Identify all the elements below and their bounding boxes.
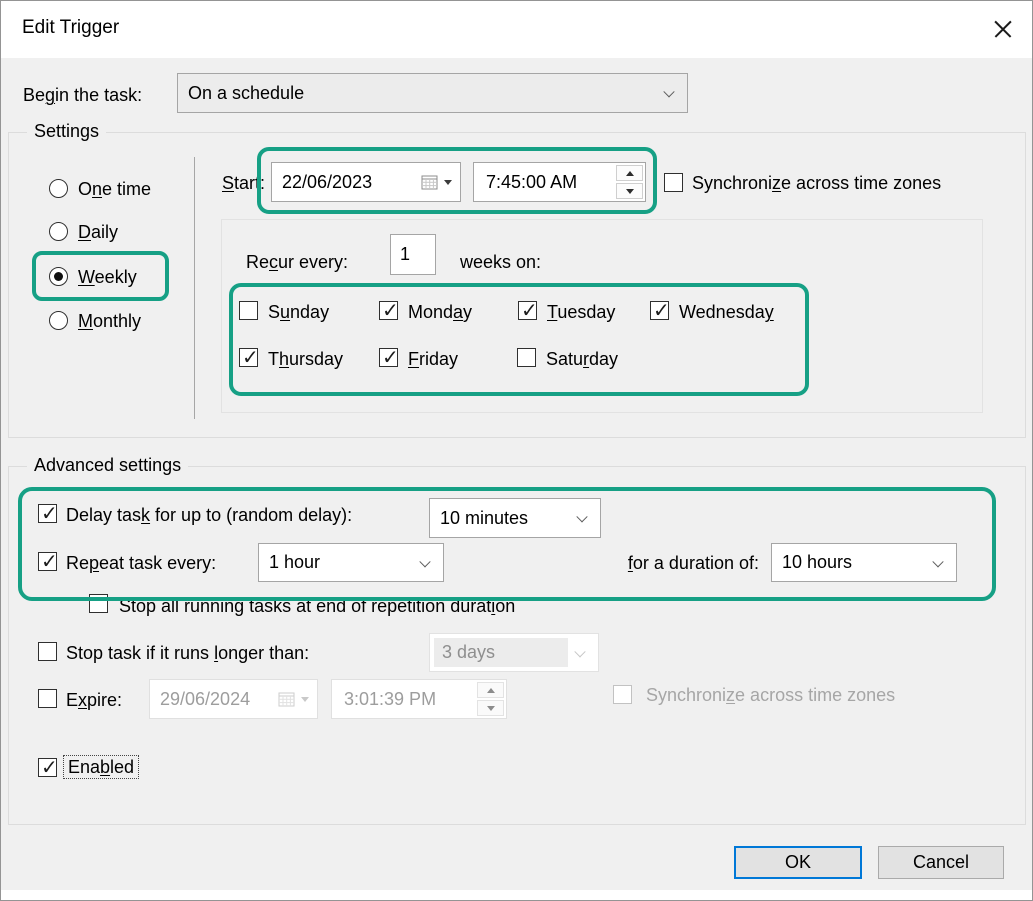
weeks-on-label: weeks on: <box>460 252 541 272</box>
radio-monthly-label[interactable]: Monthly <box>78 311 141 331</box>
title-bar: Edit Trigger <box>1 1 1032 58</box>
repeat-task-checkbox[interactable] <box>38 552 57 571</box>
radio-weekly[interactable] <box>49 267 68 286</box>
checkbox-tuesday[interactable] <box>518 301 537 320</box>
down-arrow-icon <box>626 189 634 194</box>
down-arrow-icon <box>487 706 495 711</box>
checkbox-friday[interactable] <box>379 348 398 367</box>
checkbox-monday[interactable] <box>379 301 398 320</box>
edit-trigger-dialog: Edit Trigger Begin the task: On a schedu… <box>0 0 1033 901</box>
recur-every-label: Recur every: <box>246 252 348 272</box>
checkbox-wednesday[interactable] <box>650 301 669 320</box>
begin-task-dropdown[interactable]: On a schedule <box>177 73 688 113</box>
checkbox-friday-label[interactable]: Friday <box>408 349 458 369</box>
start-time-spinner[interactable]: 7:45:00 AM <box>473 162 646 202</box>
checkbox-monday-label[interactable]: Monday <box>408 302 472 322</box>
time-down-button[interactable] <box>616 183 643 199</box>
stop-task-checkbox[interactable] <box>38 642 57 661</box>
checkbox-sunday-label[interactable]: Sunday <box>268 302 329 322</box>
checkbox-thursday-label[interactable]: Thursday <box>268 349 343 369</box>
expire-checkbox[interactable] <box>38 689 57 708</box>
cancel-button[interactable]: Cancel <box>878 846 1004 879</box>
settings-group-label: Settings <box>27 121 106 142</box>
radio-daily[interactable] <box>49 222 68 241</box>
delay-duration-value: 10 minutes <box>440 508 528 529</box>
expire-date-picker: 29/06/2024 <box>149 679 318 719</box>
calendar-dropdown-icon <box>301 697 309 702</box>
radio-one-time-label[interactable]: One time <box>78 179 151 199</box>
checkbox-sunday[interactable] <box>239 301 258 320</box>
expire-sync-label: Synchronize across time zones <box>646 685 895 705</box>
settings-divider <box>194 157 195 419</box>
expire-time-value: 3:01:39 PM <box>344 689 436 710</box>
start-date-value: 22/06/2023 <box>282 172 372 193</box>
radio-one-time[interactable] <box>49 179 68 198</box>
start-time-value: 7:45:00 AM <box>486 172 577 193</box>
calendar-icon <box>421 174 438 190</box>
stop-task-duration-value: 3 days <box>442 642 495 663</box>
expire-time-spinner: 3:01:39 PM <box>331 679 507 719</box>
close-icon[interactable] <box>986 13 1020 45</box>
up-arrow-icon <box>487 688 495 693</box>
start-label: Start: <box>222 173 265 193</box>
chevron-down-icon <box>663 86 674 97</box>
checkbox-wednesday-label[interactable]: Wednesday <box>679 302 774 322</box>
radio-weekly-label[interactable]: Weekly <box>78 267 137 287</box>
advanced-settings-label: Advanced settings <box>27 455 188 476</box>
enabled-label[interactable]: Enabled <box>63 755 139 779</box>
stop-task-duration-dropdown: 3 days <box>429 633 599 672</box>
time-up-button <box>477 682 504 698</box>
enabled-checkbox[interactable] <box>38 758 57 777</box>
recur-every-value: 1 <box>400 244 410 265</box>
radio-monthly[interactable] <box>49 311 68 330</box>
stop-all-tasks-checkbox[interactable] <box>89 594 108 613</box>
dialog-title: Edit Trigger <box>22 17 119 39</box>
time-down-button <box>477 700 504 716</box>
checkbox-thursday[interactable] <box>239 348 258 367</box>
chevron-down-icon <box>932 556 943 567</box>
calendar-dropdown-icon[interactable] <box>444 180 452 185</box>
up-arrow-icon <box>626 171 634 176</box>
sync-timezones-checkbox[interactable] <box>664 173 683 192</box>
delay-duration-dropdown[interactable]: 10 minutes <box>429 498 601 538</box>
delay-task-checkbox[interactable] <box>38 504 57 523</box>
dialog-bottom-strip <box>1 890 1032 901</box>
sync-timezones-label[interactable]: Synchronize across time zones <box>692 173 941 193</box>
repeat-task-label[interactable]: Repeat task every: <box>66 553 216 573</box>
repeat-interval-value: 1 hour <box>269 552 320 573</box>
delay-task-label[interactable]: Delay task for up to (random delay): <box>66 505 352 525</box>
chevron-down-icon <box>574 646 585 657</box>
stop-all-tasks-label[interactable]: Stop all running tasks at end of repetit… <box>119 596 515 616</box>
repeat-duration-value: 10 hours <box>782 552 852 573</box>
duration-of-label: for a duration of: <box>599 553 759 573</box>
recur-every-input[interactable]: 1 <box>390 234 436 275</box>
repeat-duration-dropdown[interactable]: 10 hours <box>771 543 957 582</box>
begin-task-label: Begin the task: <box>23 85 142 105</box>
checkbox-tuesday-label[interactable]: Tuesday <box>547 302 615 322</box>
begin-task-value: On a schedule <box>188 83 304 104</box>
chevron-down-icon <box>419 556 430 567</box>
checkbox-saturday[interactable] <box>517 348 536 367</box>
radio-daily-label[interactable]: Daily <box>78 222 118 242</box>
chevron-down-icon <box>576 511 587 522</box>
start-date-picker[interactable]: 22/06/2023 <box>271 162 461 202</box>
time-up-button[interactable] <box>616 165 643 181</box>
stop-task-label[interactable]: Stop task if it runs longer than: <box>66 643 309 663</box>
expire-sync-checkbox <box>613 685 632 704</box>
calendar-icon <box>278 691 295 707</box>
ok-button[interactable]: OK <box>734 846 862 879</box>
expire-date-value: 29/06/2024 <box>160 689 250 710</box>
repeat-interval-dropdown[interactable]: 1 hour <box>258 543 444 582</box>
checkbox-saturday-label[interactable]: Saturday <box>546 349 618 369</box>
expire-label[interactable]: Expire: <box>66 690 122 710</box>
